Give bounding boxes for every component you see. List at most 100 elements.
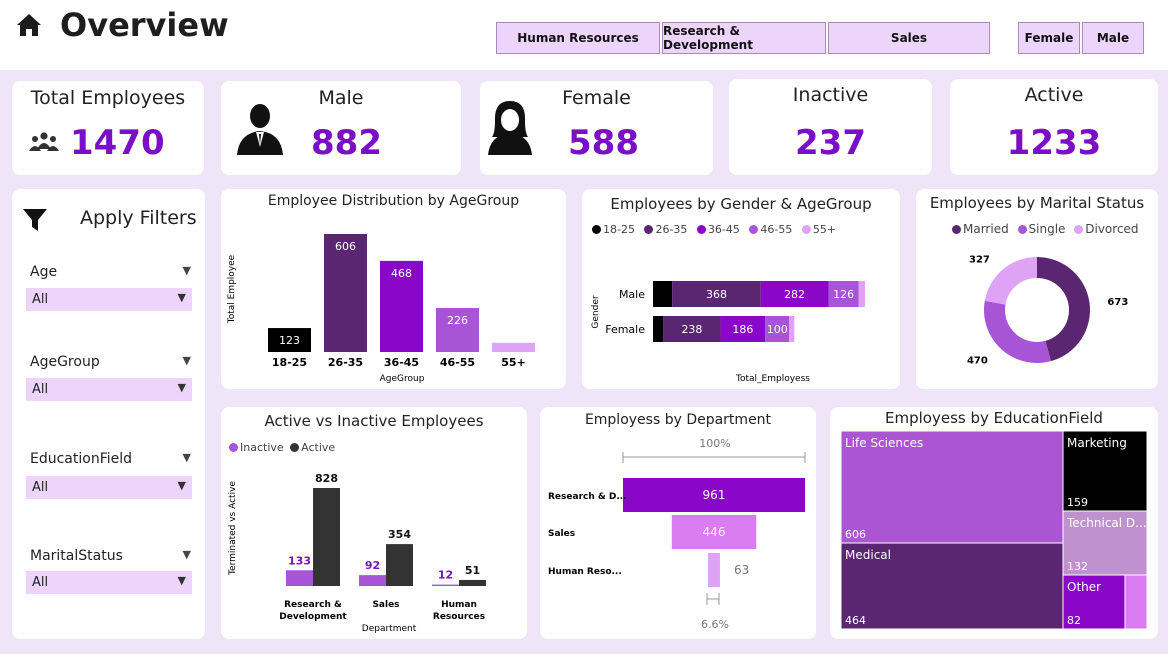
funnel-bottom-percent: 6.6% <box>701 618 729 631</box>
data-label: 12 <box>438 569 453 582</box>
data-label: 133 <box>288 554 311 567</box>
marital-status-card: Employees by Marital Status Married Sing… <box>916 189 1158 389</box>
funnel-top-percent: 100% <box>699 437 730 450</box>
treemap-label: Marketing <box>1067 436 1127 450</box>
tick-label: Resources <box>433 612 485 622</box>
filter-age-label: Age <box>30 264 58 280</box>
tick-label: 36-45 <box>384 356 419 369</box>
filter-agegroup-label: AgeGroup <box>30 354 100 370</box>
data-label: 464 <box>845 614 866 627</box>
treemap-tile <box>1124 574 1148 630</box>
kpi-active-value: 1233 <box>1006 123 1102 163</box>
filter-marital-label: MaritalStatus <box>30 548 123 564</box>
data-label: 606 <box>335 240 356 253</box>
data-label: 673 <box>1107 297 1128 308</box>
chevron-down-icon[interactable]: ▼ <box>183 354 191 367</box>
male-person-icon <box>237 104 283 155</box>
treemap-label: Technical D... <box>1066 516 1147 530</box>
active-inactive-chart: Terminated vs Active Department 133 828 Re… <box>228 472 486 634</box>
home-icon[interactable] <box>16 12 42 38</box>
bar <box>286 570 313 586</box>
chevron-down-icon: ▼ <box>177 291 186 304</box>
bar-segment <box>653 281 673 307</box>
kpi-female-value: 588 <box>568 123 639 163</box>
data-label: 354 <box>388 528 411 541</box>
bar <box>359 575 386 586</box>
bar <box>492 342 535 352</box>
department-button-sales[interactable]: Sales <box>828 22 990 54</box>
people-icon <box>29 132 59 151</box>
bar <box>432 584 459 586</box>
data-label: 468 <box>391 267 412 280</box>
gender-button-male[interactable]: Male <box>1082 22 1144 54</box>
data-label: 126 <box>833 288 854 301</box>
filter-icon <box>23 209 47 231</box>
page-title: Overview <box>60 6 229 44</box>
kpi-male-value: 882 <box>311 123 382 163</box>
tick-label: 18-25 <box>272 356 307 369</box>
kpi-female-card: Female 588 <box>480 81 713 175</box>
tick-label: Human <box>441 600 477 610</box>
active-inactive-card: Active vs Inactive Employees Inactive Ac… <box>221 407 527 639</box>
age-distribution-card: Employee Distribution by AgeGroup Total … <box>221 189 566 389</box>
department-funnel-card: Employess by Department 100% 6.6% Resear… <box>540 407 816 639</box>
tick-label: Research & <box>284 600 342 610</box>
filter-agegroup-select[interactable]: All ▼ <box>26 378 192 401</box>
gender-agegroup-chart: Gender Total_Employess Male 368 282 126 Fema… <box>591 281 865 384</box>
kpi-inactive-label: Inactive <box>792 84 869 106</box>
top-bar: Overview Human Resources Research & Deve… <box>0 0 1168 70</box>
filter-marital-select[interactable]: All ▼ <box>26 571 192 594</box>
x-axis-label: Department <box>362 624 417 634</box>
kpi-total-card: Total Employees 1470 <box>12 81 204 175</box>
bar <box>459 579 486 586</box>
filter-agegroup-value: All <box>32 382 49 397</box>
filters-panel: Apply Filters Age ▼ All ▼ AgeGroup ▼ All ▼… <box>12 189 205 639</box>
data-label: 92 <box>365 559 380 572</box>
kpi-active-label: Active <box>1024 84 1084 106</box>
bar-segment <box>858 281 865 307</box>
data-label: 63 <box>734 563 749 577</box>
chevron-down-icon[interactable]: ▼ <box>183 451 191 464</box>
kpi-total-label: Total Employees <box>30 87 186 109</box>
female-person-icon <box>488 101 532 155</box>
kpi-total-value: 1470 <box>70 123 165 163</box>
treemap-label: Life Sciences <box>845 436 923 450</box>
chevron-down-icon: ▼ <box>177 479 186 492</box>
gender-agegroup-card: Employees by Gender & AgeGroup 18-25 26-… <box>582 189 900 389</box>
data-label: 100 <box>767 323 788 336</box>
kpi-inactive-card: Inactive 237 <box>729 79 932 175</box>
treemap-label: Other <box>1067 580 1101 594</box>
tick-label: Sales <box>548 529 575 539</box>
filter-age-value: All <box>32 292 49 307</box>
tick-label: 55+ <box>501 356 526 369</box>
department-button-rd[interactable]: Research & Development <box>662 22 826 54</box>
filter-education-select[interactable]: All ▼ <box>26 476 192 499</box>
data-label: 368 <box>706 288 727 301</box>
tick-label: Development <box>279 612 347 622</box>
tick-label: 26-35 <box>328 356 363 369</box>
data-label: 226 <box>447 314 468 327</box>
filter-education-label: EducationField <box>30 451 133 467</box>
education-treemap-card: Employess by EducationField Life Science… <box>830 407 1158 639</box>
chevron-down-icon[interactable]: ▼ <box>183 264 191 277</box>
tick-label: Female <box>605 323 645 336</box>
x-axis-label: Total_Employess <box>735 374 810 384</box>
donut-slice <box>984 257 1037 305</box>
education-treemap-chart: Life Sciences 606 Medical 464 Marketing 159 Te… <box>840 430 1148 630</box>
marital-status-chart: 673 470 327 <box>967 255 1128 367</box>
age-distribution-chart: Total Employee AgeGroup 123 18-25 606 26-35… <box>227 234 535 384</box>
x-axis-label: AgeGroup <box>380 374 425 384</box>
department-button-hr[interactable]: Human Resources <box>496 22 660 54</box>
treemap-label: Medical <box>845 548 891 562</box>
data-label: 123 <box>279 334 300 347</box>
data-label: 282 <box>784 288 805 301</box>
bar <box>386 544 413 586</box>
chevron-down-icon: ▼ <box>177 574 186 587</box>
filter-age-select[interactable]: All ▼ <box>26 288 192 311</box>
gender-button-female[interactable]: Female <box>1018 22 1080 54</box>
chevron-down-icon[interactable]: ▼ <box>183 548 191 561</box>
tick-label: Male <box>619 288 645 301</box>
tick-label: Human Reso... <box>548 567 622 577</box>
filters-title: Apply Filters <box>80 207 197 229</box>
kpi-active-card: Active 1233 <box>950 79 1158 175</box>
